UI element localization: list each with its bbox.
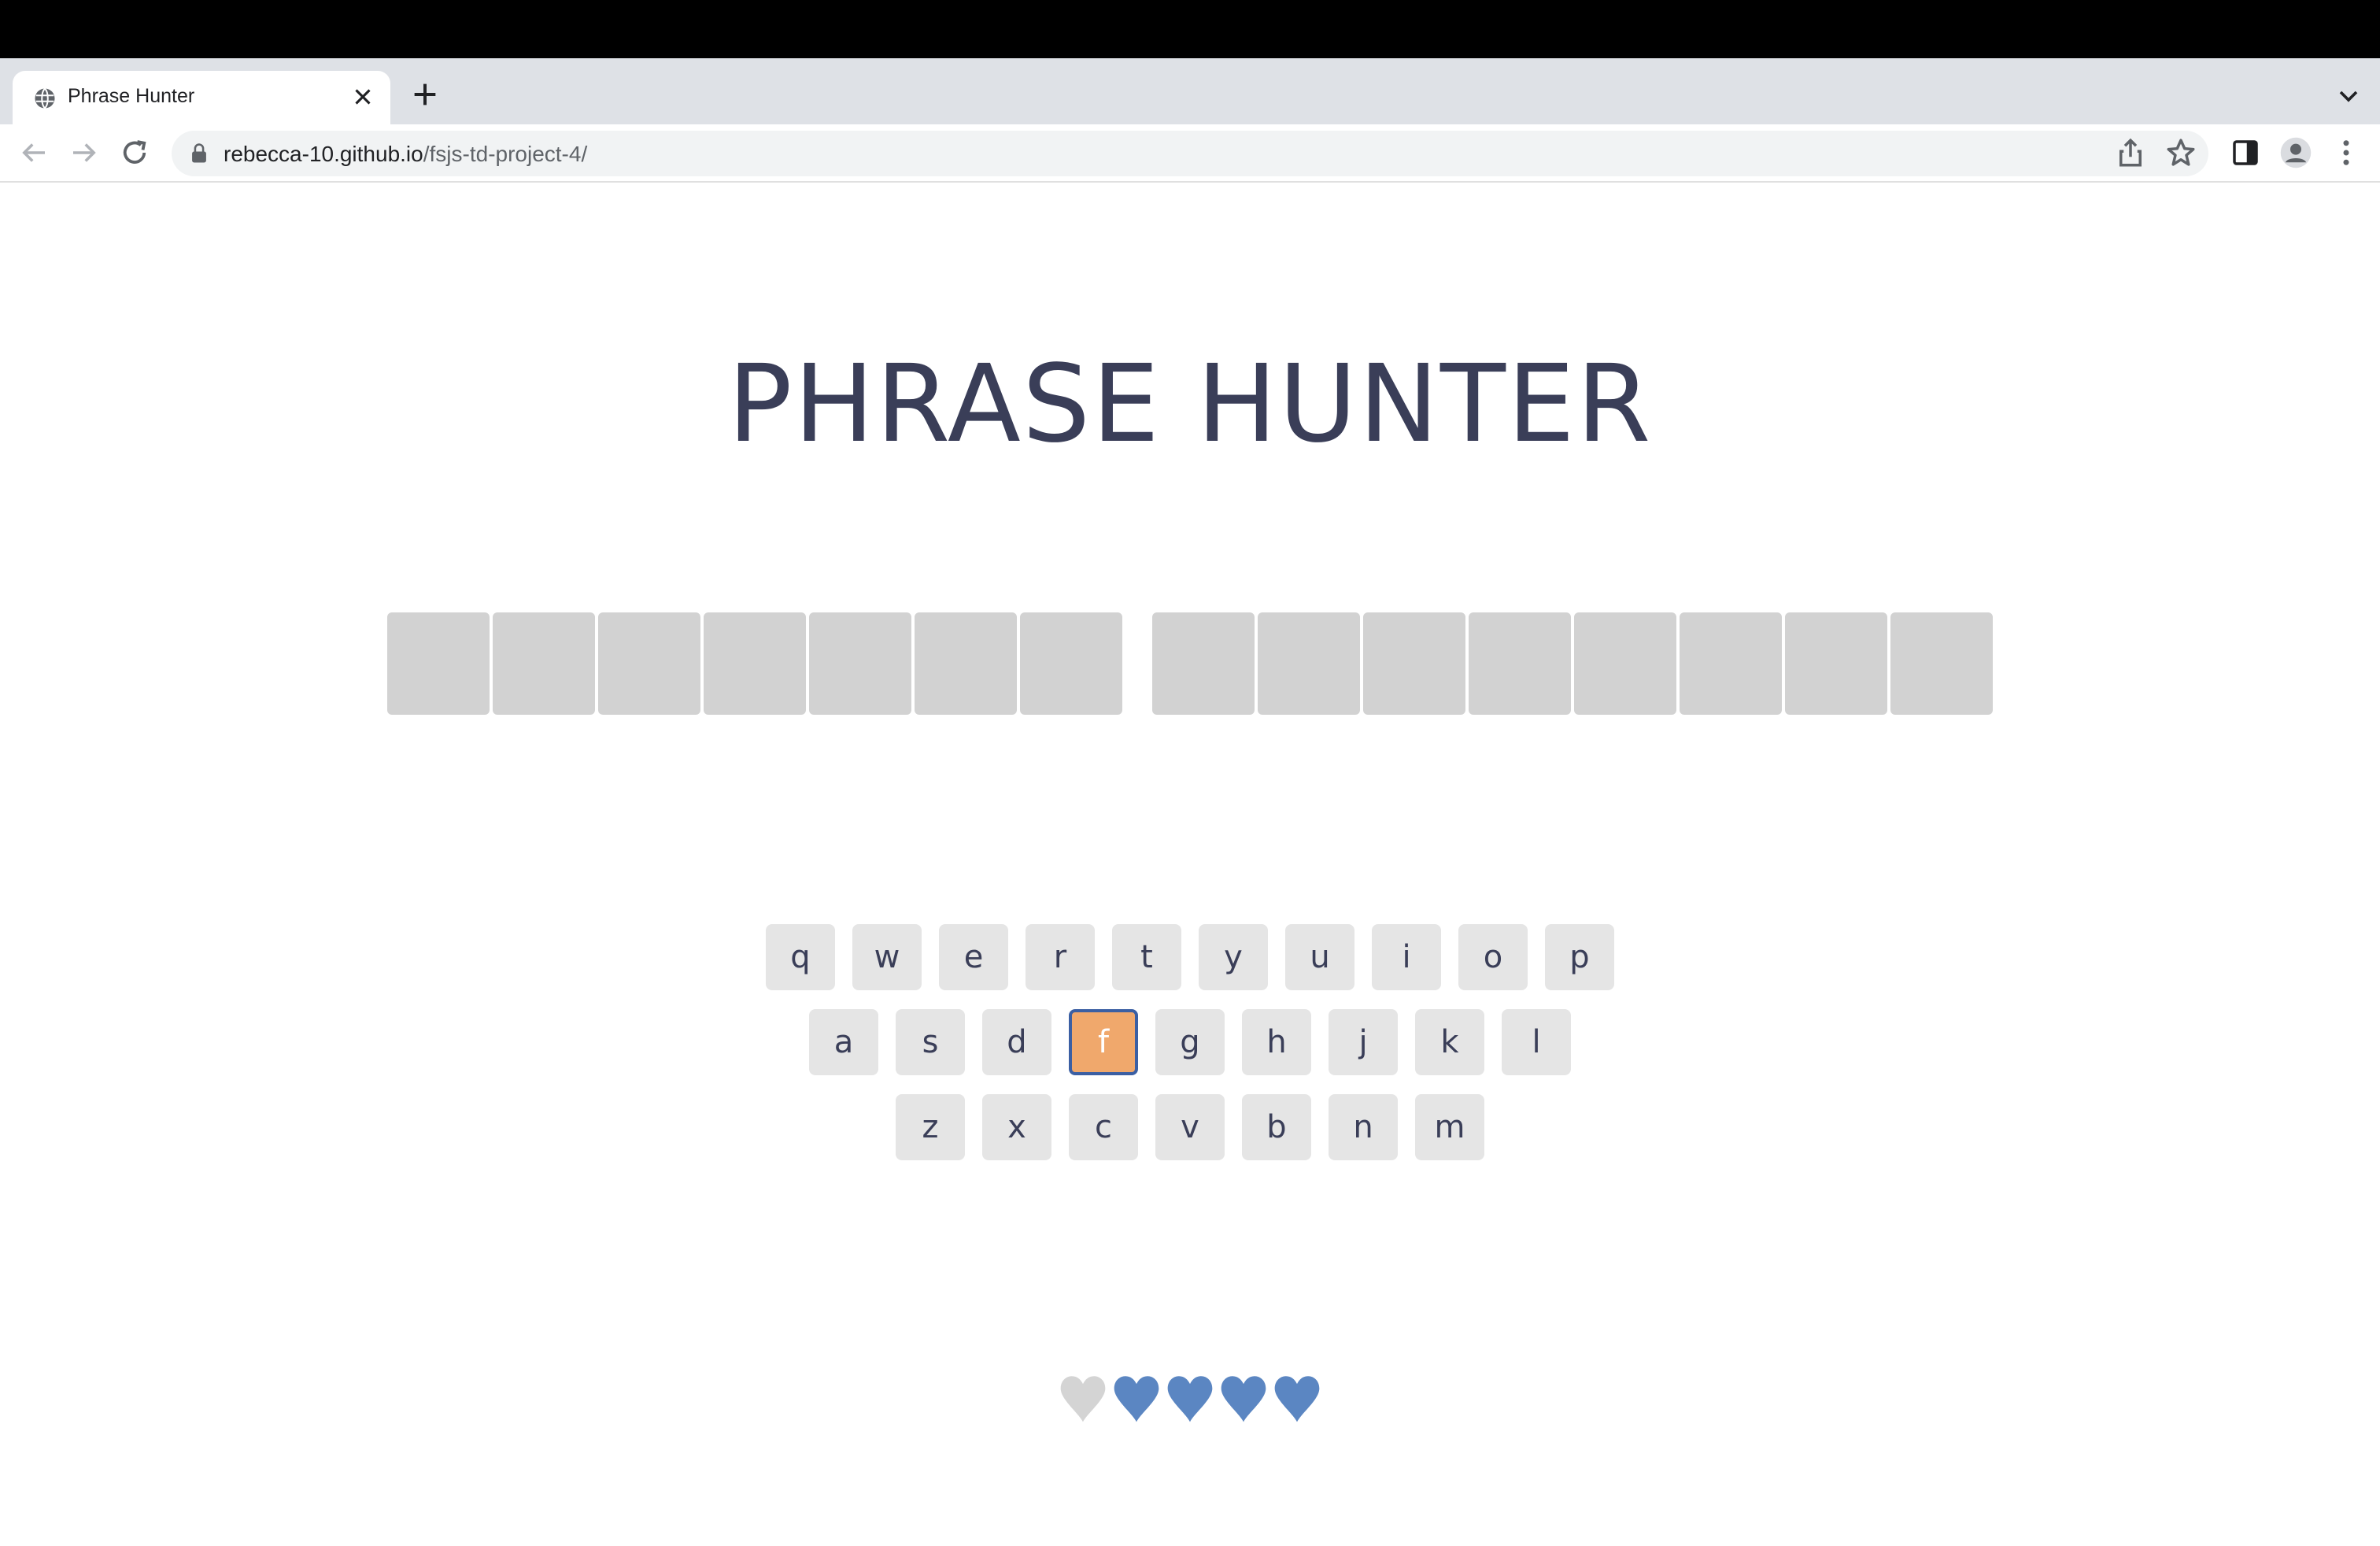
phrase-word (386, 612, 1124, 715)
live-heart-icon (1114, 1376, 1159, 1422)
live-heart-icon (1167, 1376, 1213, 1422)
hidden-letter-box (1890, 612, 1993, 715)
back-icon[interactable] (17, 136, 50, 169)
share-icon[interactable] (2114, 136, 2147, 169)
live-heart-icon (1221, 1376, 1266, 1422)
bookmark-star-icon[interactable] (2164, 136, 2197, 169)
close-icon[interactable] (349, 83, 376, 110)
hidden-letter-box (915, 612, 1017, 715)
key-y[interactable]: y (1199, 924, 1268, 990)
browser-tab[interactable]: Phrase Hunter (13, 71, 390, 124)
hidden-letter-box (1020, 612, 1122, 715)
hidden-letter-box (1363, 612, 1465, 715)
hidden-letter-box (1469, 612, 1571, 715)
phrase-board (0, 612, 2380, 715)
hidden-letter-box (1785, 612, 1887, 715)
key-u[interactable]: u (1285, 924, 1354, 990)
profile-avatar-icon[interactable] (2279, 136, 2312, 169)
forward-icon[interactable] (68, 136, 101, 169)
key-d[interactable]: d (982, 1009, 1051, 1075)
hidden-letter-box (809, 612, 911, 715)
url-path: /fsjs-td-project-4/ (423, 142, 588, 166)
key-m[interactable]: m (1415, 1094, 1484, 1160)
hidden-letter-box (1680, 612, 1782, 715)
key-p[interactable]: p (1545, 924, 1614, 990)
key-b[interactable]: b (1242, 1094, 1311, 1160)
browser-toolbar: rebecca-10.github.io/fsjs-td-project-4/ (0, 124, 2380, 183)
key-x[interactable]: x (982, 1094, 1051, 1160)
keyboard-row: zxcvbnm (0, 1094, 2380, 1160)
key-z[interactable]: z (896, 1094, 965, 1160)
lock-icon[interactable] (189, 142, 209, 165)
keyboard-row: asdfghjkl (0, 1009, 2380, 1075)
hidden-letter-box (387, 612, 490, 715)
key-r[interactable]: r (1026, 924, 1095, 990)
key-i[interactable]: i (1372, 924, 1441, 990)
key-h[interactable]: h (1242, 1009, 1311, 1075)
system-bar (0, 0, 2380, 58)
key-k[interactable]: k (1415, 1009, 1484, 1075)
phrase-word (1151, 612, 1994, 715)
key-c[interactable]: c (1069, 1094, 1138, 1160)
hidden-letter-box (493, 612, 595, 715)
on-screen-keyboard: qwertyuiop asdfghjkl zxcvbnm (0, 924, 2380, 1179)
page-title: PHRASE HUNTER (727, 342, 1653, 468)
address-bar[interactable]: rebecca-10.github.io/fsjs-td-project-4/ (172, 131, 2208, 176)
key-q[interactable]: q (766, 924, 835, 990)
key-g[interactable]: g (1155, 1009, 1225, 1075)
hidden-letter-box (1258, 612, 1360, 715)
tab-strip: Phrase Hunter (0, 58, 2380, 124)
hidden-letter-box (1152, 612, 1255, 715)
new-tab-icon[interactable] (409, 79, 441, 110)
key-l[interactable]: l (1502, 1009, 1571, 1075)
hidden-letter-box (704, 612, 806, 715)
key-n[interactable]: n (1329, 1094, 1398, 1160)
side-panel-icon[interactable] (2229, 136, 2262, 169)
key-t[interactable]: t (1112, 924, 1181, 990)
key-w[interactable]: w (852, 924, 922, 990)
lost-heart-icon (1060, 1376, 1106, 1422)
chevron-down-icon[interactable] (2333, 80, 2364, 112)
url-text: rebecca-10.github.io/fsjs-td-project-4/ (224, 142, 587, 167)
live-heart-icon (1274, 1376, 1320, 1422)
key-f[interactable]: f (1069, 1009, 1138, 1075)
key-o[interactable]: o (1458, 924, 1528, 990)
key-v[interactable]: v (1155, 1094, 1225, 1160)
lives-scoreboard (0, 1370, 2380, 1429)
reload-icon[interactable] (118, 136, 151, 169)
hidden-letter-box (1574, 612, 1676, 715)
globe-icon (35, 87, 55, 109)
hidden-letter-box (598, 612, 700, 715)
tab-title: Phrase Hunter (68, 85, 195, 107)
keyboard-row: qwertyuiop (0, 924, 2380, 990)
game-page: PHRASE HUNTER qwertyuiop asdfghjkl zxcvbnm (0, 184, 2380, 1546)
more-menu-icon[interactable] (2330, 136, 2363, 169)
key-j[interactable]: j (1329, 1009, 1398, 1075)
key-a[interactable]: a (809, 1009, 878, 1075)
key-e[interactable]: e (939, 924, 1008, 990)
url-host: rebecca-10.github.io (224, 142, 423, 166)
key-s[interactable]: s (896, 1009, 965, 1075)
